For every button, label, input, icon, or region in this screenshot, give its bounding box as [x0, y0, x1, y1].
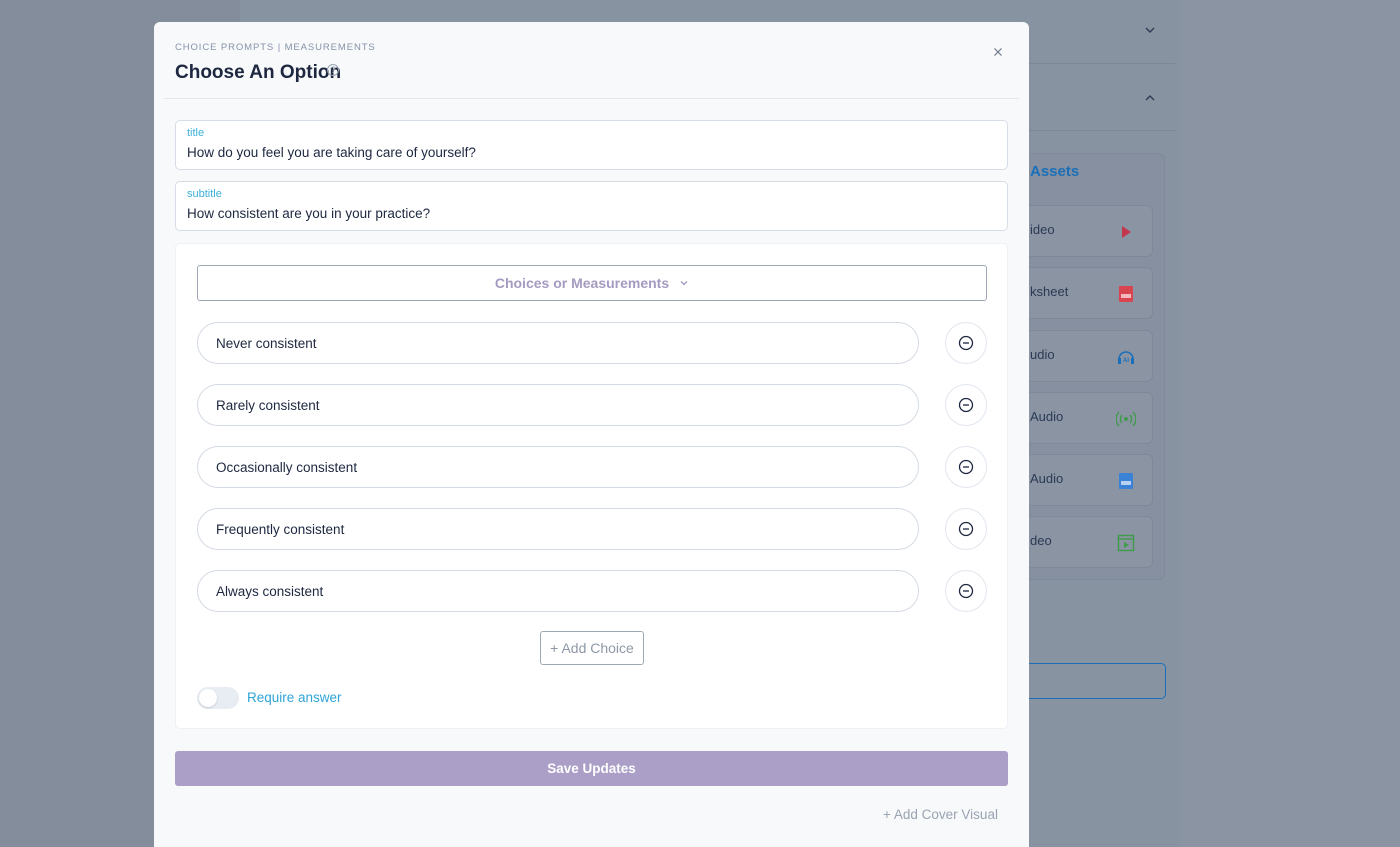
background-asset-item: Audio [1025, 392, 1153, 444]
subtitle-field-label: subtitle [187, 188, 222, 200]
minus-circle-icon [958, 459, 974, 475]
choice-row: Frequently consistent [197, 508, 987, 550]
remove-choice-button[interactable] [945, 508, 987, 550]
remove-choice-button[interactable] [945, 384, 987, 426]
ai-headphones-icon: AI [1118, 351, 1134, 364]
choice-row: Occasionally consistent [197, 446, 987, 488]
minus-circle-icon [958, 397, 974, 413]
require-answer-label[interactable]: Require answer [247, 690, 342, 705]
remove-choice-button[interactable] [945, 446, 987, 488]
choices-card: Choices or Measurements Never consistent… [175, 243, 1008, 729]
title-field-value[interactable]: How do you feel you are taking care of y… [187, 145, 997, 160]
choice-row: Rarely consistent [197, 384, 987, 426]
dropdown-label: Choices or Measurements [494, 275, 670, 291]
title-field[interactable]: title How do you feel you are taking car… [175, 120, 1008, 170]
close-icon[interactable] [991, 45, 1005, 59]
broadcast-icon [1116, 411, 1136, 427]
background-assets-heading: Assets [1030, 163, 1080, 180]
background-asset-item: ksheet [1025, 267, 1153, 319]
help-icon[interactable]: ? [327, 64, 339, 76]
add-cover-visual-link[interactable]: + Add Cover Visual [883, 807, 998, 822]
choice-input[interactable]: Occasionally consistent [197, 446, 919, 488]
choice-row: Never consistent [197, 322, 987, 364]
breadcrumb: CHOICE PROMPTS | MEASUREMENTS [175, 42, 376, 53]
background-outline-button [1025, 663, 1166, 699]
minus-circle-icon [958, 335, 974, 351]
choice-input[interactable]: Rarely consistent [197, 384, 919, 426]
background-asset-item: udio AI [1025, 330, 1153, 382]
choice-row: Always consistent [197, 570, 987, 612]
background-asset-item: deo [1025, 516, 1153, 568]
require-answer-toggle[interactable] [197, 687, 239, 709]
choice-input[interactable]: Frequently consistent [197, 508, 919, 550]
play-icon [1122, 226, 1131, 238]
subtitle-field-value[interactable]: How consistent are you in your practice? [187, 206, 997, 221]
choice-prompt-modal: CHOICE PROMPTS | MEASUREMENTS Choose An … [154, 22, 1029, 847]
choice-input[interactable]: Never consistent [197, 322, 919, 364]
chevron-up-icon [1145, 95, 1155, 101]
audio-file-icon [1119, 473, 1133, 489]
modal-title: Choose An Option [175, 62, 342, 83]
background-asset-item: Audio [1025, 454, 1153, 506]
add-choice-button[interactable]: + Add Choice [540, 631, 644, 665]
subtitle-field[interactable]: subtitle How consistent are you in your … [175, 181, 1008, 231]
toggle-knob [199, 689, 217, 707]
pdf-file-icon [1119, 286, 1133, 302]
background-asset-item: ideo [1025, 205, 1153, 257]
svg-text:AI: AI [1123, 358, 1129, 364]
save-updates-button[interactable]: Save Updates [175, 751, 1008, 786]
header-divider [164, 98, 1019, 99]
minus-circle-icon [958, 583, 974, 599]
remove-choice-button[interactable] [945, 322, 987, 364]
choice-input[interactable]: Always consistent [197, 570, 919, 612]
chevron-down-icon [680, 281, 688, 286]
remove-choice-button[interactable] [945, 570, 987, 612]
video-file-icon [1117, 534, 1135, 552]
chevron-down-icon [1145, 27, 1155, 33]
minus-circle-icon [958, 521, 974, 537]
title-field-label: title [187, 127, 205, 139]
choices-or-measurements-dropdown[interactable]: Choices or Measurements [197, 265, 987, 301]
modal-header: CHOICE PROMPTS | MEASUREMENTS Choose An … [154, 22, 1029, 99]
